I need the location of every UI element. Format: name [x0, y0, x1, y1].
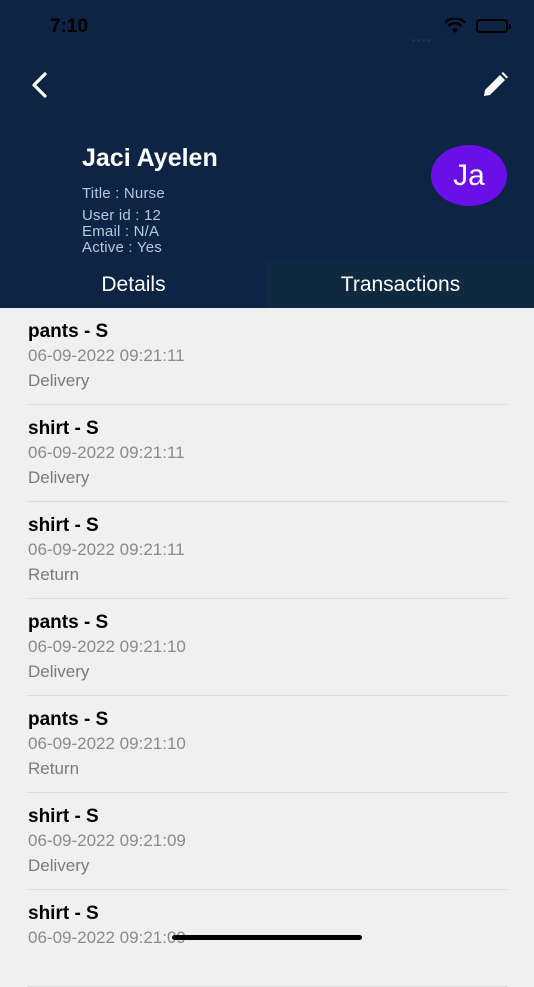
profile-header: 7:10 Jaci Ayelen Title : Nurse User id :…	[0, 0, 534, 308]
home-indicator[interactable]	[172, 935, 362, 940]
list-item[interactable]: pants - S 06-09-2022 09:21:10 Return	[27, 696, 507, 793]
back-arrow-icon[interactable]	[26, 70, 56, 100]
list-item[interactable]: pants - S 06-09-2022 09:21:11 Delivery	[27, 308, 507, 405]
item-type: Delivery	[28, 371, 90, 390]
item-name: pants - S	[28, 709, 109, 730]
list-item[interactable]: shirt - S 06-09-2022 09:21:11 Return	[27, 502, 507, 599]
user-email: Email : N/A	[82, 223, 160, 240]
item-type: Delivery	[28, 662, 90, 681]
item-name: pants - S	[28, 612, 109, 633]
edit-pencil-icon[interactable]	[480, 70, 510, 100]
item-name: shirt - S	[28, 515, 99, 536]
item-date: 06-09-2022 09:21:10	[28, 734, 186, 753]
item-type: Delivery	[28, 468, 90, 487]
transactions-list: pants - S 06-09-2022 09:21:11 Delivery s…	[0, 308, 534, 987]
item-date: 06-09-2022 09:21:09	[28, 831, 186, 850]
item-date: 06-09-2022 09:21:11	[28, 540, 185, 559]
user-active-status: Active : Yes	[82, 239, 162, 256]
tab-bar: Details Transactions	[0, 261, 534, 308]
item-type: Return	[28, 759, 80, 778]
list-item[interactable]: shirt - S 06-09-2022 09:21:09 Delivery	[27, 793, 507, 890]
list-item[interactable]: pants - S 06-09-2022 09:21:10 Delivery	[27, 599, 507, 696]
item-date: 06-09-2022 09:21:09	[28, 928, 186, 947]
item-name: shirt - S	[28, 903, 99, 924]
wifi-icon	[444, 18, 466, 33]
item-date: 06-09-2022 09:21:10	[28, 637, 186, 656]
item-name: pants - S	[28, 321, 109, 342]
item-date: 06-09-2022 09:21:11	[28, 443, 185, 462]
cellular-signal-icon	[412, 29, 434, 42]
item-name: shirt - S	[28, 806, 99, 827]
status-time: 7:10	[50, 16, 89, 37]
tab-details[interactable]: Details	[0, 261, 267, 308]
status-icons	[412, 18, 511, 42]
battery-icon	[476, 19, 511, 33]
tab-transactions[interactable]: Transactions	[267, 261, 534, 308]
item-date: 06-09-2022 09:21:11	[28, 346, 185, 365]
user-title: Title : Nurse	[82, 185, 165, 202]
user-id: User id : 12	[82, 207, 162, 224]
avatar: Ja	[431, 145, 507, 206]
item-type: Return	[28, 565, 80, 584]
item-name: shirt - S	[28, 418, 99, 439]
list-item[interactable]: shirt - S 06-09-2022 09:21:11 Delivery	[27, 405, 507, 502]
item-type: Delivery	[28, 856, 90, 875]
user-name: Jaci Ayelen	[82, 144, 218, 172]
